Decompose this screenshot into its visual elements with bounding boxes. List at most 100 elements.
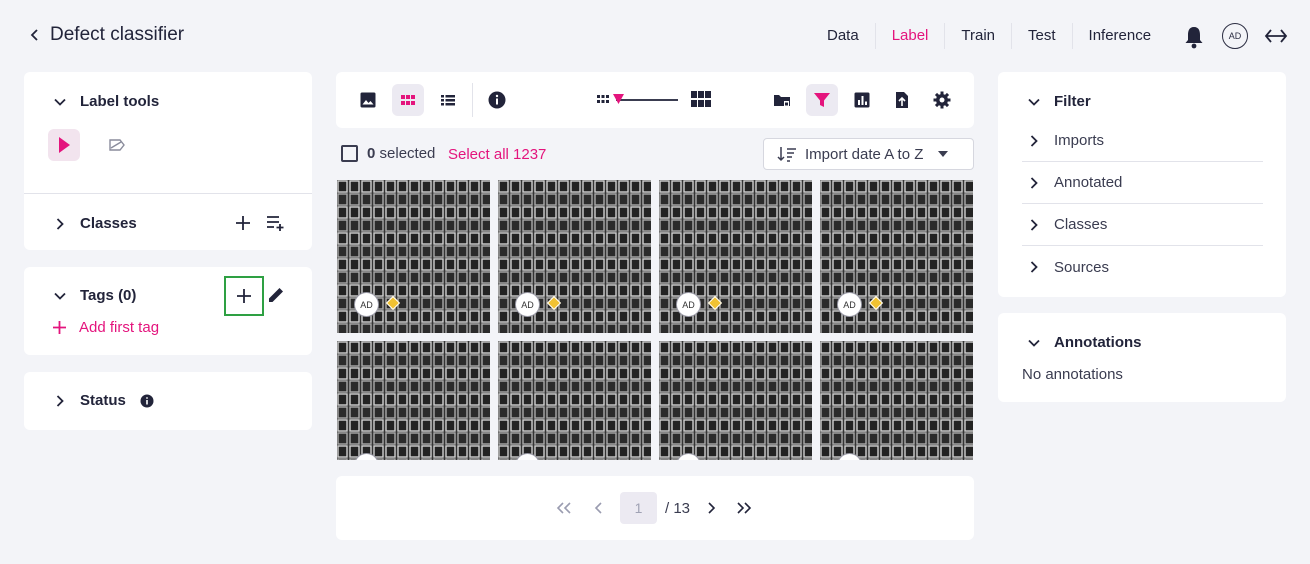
list-view-icon	[441, 95, 455, 106]
image-thumbnail[interactable]	[498, 341, 651, 460]
image-view-icon	[360, 92, 376, 108]
add-tag-button[interactable]	[224, 276, 264, 316]
settings-icon	[933, 91, 951, 109]
settings-button[interactable]	[926, 84, 958, 116]
pencil-icon[interactable]	[267, 286, 285, 304]
last-page-icon[interactable]	[736, 502, 752, 514]
zoom-slider-track[interactable]	[616, 99, 678, 101]
status-title: Status	[80, 392, 126, 409]
tab-train[interactable]: Train	[945, 23, 1013, 49]
chevron-right-icon	[56, 394, 64, 407]
ring-icon	[109, 139, 125, 151]
ring-tool-button[interactable]	[100, 129, 132, 161]
image-thumbnail[interactable]: AD	[659, 180, 812, 333]
filter-toggle[interactable]: Filter	[1028, 93, 1091, 110]
fabric-texture-image	[659, 341, 812, 460]
add-class-icon[interactable]	[235, 215, 251, 231]
sort-dropdown[interactable]: Import date A to Z	[763, 138, 974, 170]
fabric-texture-image	[337, 341, 490, 460]
image-thumbnail[interactable]	[820, 341, 973, 460]
back-button[interactable]: Defect classifier	[28, 24, 184, 46]
tags-panel: Tags (0) Add first tag	[24, 267, 312, 355]
annotator-avatar: AD	[515, 292, 540, 317]
prev-page-icon[interactable]	[594, 502, 604, 514]
chevron-right-icon	[1030, 134, 1038, 147]
label-tools-title: Label tools	[80, 93, 160, 110]
tab-data[interactable]: Data	[811, 23, 876, 49]
filter-button[interactable]	[806, 84, 838, 116]
add-first-tag-label: Add first tag	[79, 319, 160, 336]
page-number-input[interactable]: 1	[620, 492, 657, 524]
image-thumbnail[interactable]: AD	[820, 180, 973, 333]
grid-view-button[interactable]	[392, 84, 424, 116]
filter-item-annotated[interactable]: Annotated	[1022, 162, 1263, 204]
sort-label: Import date A to Z	[805, 145, 924, 163]
chevron-down-icon	[54, 98, 66, 106]
image-thumbnail[interactable]: AD	[337, 180, 490, 333]
tags-title: Tags (0)	[80, 287, 137, 304]
info-icon	[488, 91, 506, 109]
class-list-add-icon[interactable]	[266, 214, 286, 232]
folder-lock-icon	[774, 95, 790, 106]
large-grid-icon	[691, 91, 711, 107]
add-first-tag-link[interactable]: Add first tag	[52, 319, 159, 336]
tab-label[interactable]: Label	[876, 23, 946, 49]
chart-button[interactable]	[846, 84, 878, 116]
chevron-right-icon	[56, 217, 64, 230]
zoom-slider-thumb[interactable]	[613, 94, 624, 104]
annotations-title: Annotations	[1054, 334, 1142, 351]
bell-icon[interactable]	[1183, 25, 1205, 49]
tab-test[interactable]: Test	[1012, 23, 1073, 49]
divider	[24, 193, 312, 194]
tab-inference[interactable]: Inference	[1073, 23, 1168, 49]
first-page-icon[interactable]	[556, 502, 572, 514]
status-panel: Status	[24, 372, 312, 430]
folder-lock-button[interactable]	[766, 84, 798, 116]
caret-down-icon	[938, 151, 949, 157]
annotator-avatar: AD	[354, 292, 379, 317]
image-thumbnail[interactable]	[659, 341, 812, 460]
classes-toggle[interactable]: Classes	[54, 215, 137, 232]
info-button[interactable]	[481, 84, 513, 116]
export-button[interactable]	[886, 84, 918, 116]
select-all-link[interactable]: Select all 1237	[448, 146, 546, 163]
chevron-right-icon	[1030, 218, 1038, 231]
user-avatar[interactable]: AD	[1222, 23, 1248, 49]
filter-item-label: Imports	[1054, 132, 1105, 149]
fabric-texture-image	[820, 341, 973, 460]
expand-arrows-icon[interactable]	[1264, 27, 1288, 45]
filter-panel: Filter Imports Annotated Classes Sources	[998, 72, 1286, 297]
grid-view-icon	[401, 95, 415, 105]
image-view-button[interactable]	[352, 84, 384, 116]
info-icon[interactable]	[140, 394, 154, 408]
label-tools-toggle[interactable]: Label tools	[54, 93, 159, 110]
select-all-checkbox[interactable]	[341, 145, 358, 162]
chevron-down-icon	[1028, 339, 1040, 347]
annotator-avatar: AD	[837, 292, 862, 317]
annotations-toggle[interactable]: Annotations	[1028, 334, 1142, 351]
plus-icon	[237, 289, 251, 303]
selection-count: 0 selected	[367, 145, 435, 162]
filter-item-label: Classes	[1054, 216, 1108, 233]
filter-item-sources[interactable]: Sources	[1022, 246, 1263, 288]
filter-item-classes[interactable]: Classes	[1022, 204, 1263, 246]
pagination-panel: 1 / 13	[336, 476, 974, 540]
filter-item-imports[interactable]: Imports	[1022, 120, 1263, 162]
list-view-button[interactable]	[432, 84, 464, 116]
no-annotations-text: No annotations	[1022, 366, 1123, 383]
filter-title: Filter	[1054, 93, 1091, 110]
pointer-icon	[59, 137, 70, 153]
tags-toggle[interactable]: Tags (0)	[54, 287, 136, 304]
project-title: Defect classifier	[50, 24, 185, 45]
image-thumbnail[interactable]: AD	[498, 180, 651, 333]
status-toggle[interactable]: Status	[54, 392, 154, 409]
filter-icon	[814, 93, 830, 107]
chevron-down-icon	[54, 292, 66, 300]
image-thumbnail[interactable]	[337, 341, 490, 460]
pointer-tool-button[interactable]	[48, 129, 80, 161]
chevron-right-icon	[1030, 176, 1038, 189]
export-icon	[896, 92, 908, 108]
annotations-panel: Annotations No annotations	[998, 313, 1286, 402]
next-page-icon[interactable]	[706, 502, 716, 514]
image-grid: AD AD AD AD	[336, 180, 974, 460]
